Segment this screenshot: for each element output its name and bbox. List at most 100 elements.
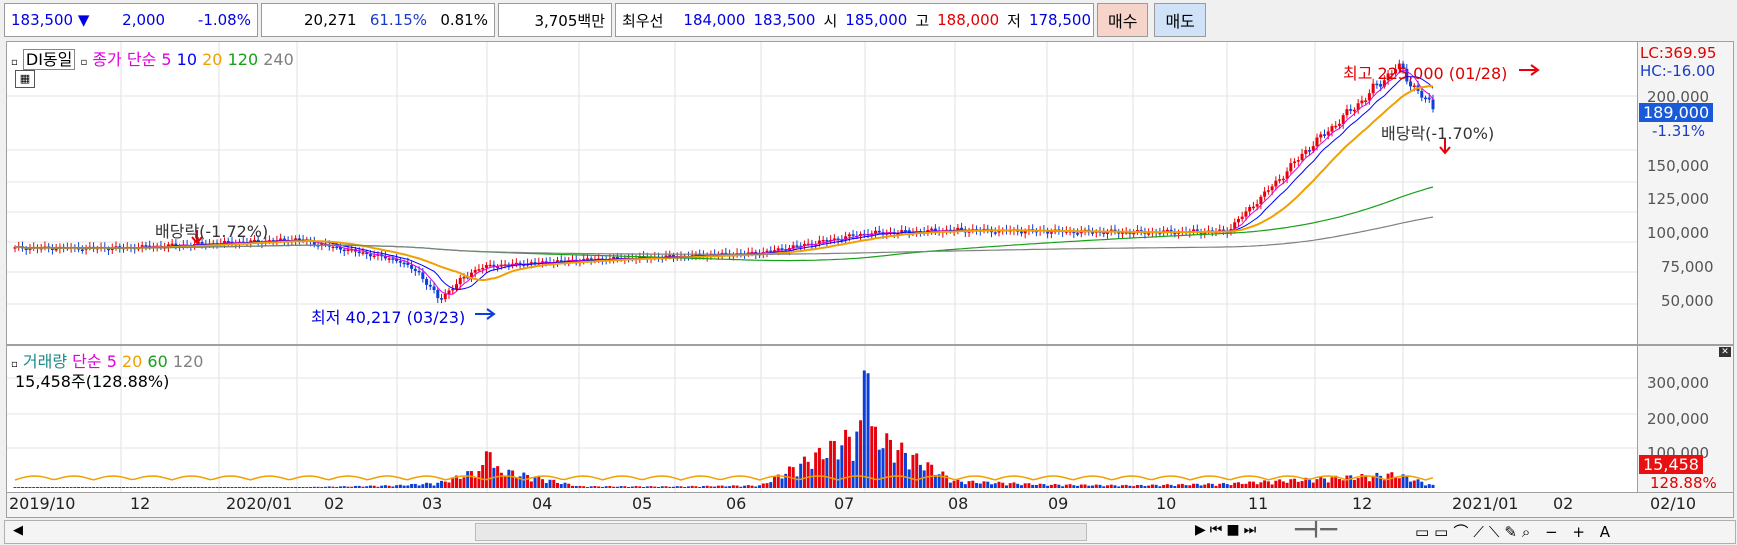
volume-bar — [1293, 478, 1297, 488]
volume-bar — [174, 487, 178, 488]
volume-bar — [821, 459, 825, 488]
price-chart-panel[interactable]: ▫ DI동일 ▫ 종가 단순 5 10 20 120 240 ▦ 최고 225,… — [6, 41, 1638, 345]
candle-body — [1308, 150, 1312, 152]
volume-bar — [645, 486, 649, 488]
high-price: 188,000 — [937, 11, 1000, 29]
candle-body — [1326, 131, 1330, 136]
y-tick: 150,000 — [1647, 157, 1710, 175]
volume-bar — [1341, 480, 1345, 488]
candle-body — [930, 228, 934, 231]
zoom-slider-icon[interactable]: ━━┫━━ — [1295, 522, 1337, 538]
candle-body — [765, 250, 769, 253]
ratio-1: 61.15% — [369, 11, 428, 29]
volume-bar — [690, 485, 694, 488]
volume-bar — [1345, 475, 1349, 488]
candle-body — [1352, 109, 1356, 112]
current-volume-tag: 15,458 — [1639, 455, 1703, 474]
volume-bar — [133, 487, 137, 488]
volume-bar — [503, 476, 507, 488]
volume-bar — [694, 486, 698, 488]
candle-body — [1236, 218, 1240, 223]
di-button[interactable]: DI동일 — [22, 49, 76, 70]
volume-bar — [971, 480, 975, 488]
candle-body — [1330, 126, 1334, 132]
volume-bar — [1049, 484, 1053, 488]
volume-bar — [440, 480, 444, 488]
volume-bar — [406, 485, 410, 488]
volume-bar — [432, 485, 436, 488]
volume-bar — [58, 487, 62, 488]
price-change-cell: 183,500 ▼ 2,000 -1.08% — [4, 3, 258, 37]
x-tick: 2019/10 — [9, 494, 76, 513]
volume-bar — [514, 477, 518, 488]
volume-bar — [47, 487, 51, 488]
volume-bar — [35, 487, 39, 488]
volume-bar — [380, 485, 384, 488]
volume-bar — [1319, 476, 1323, 488]
volume-bar — [855, 431, 859, 488]
candle-body — [436, 290, 440, 299]
amount-cell: 3,705백만 — [498, 3, 612, 37]
grid-table-icon[interactable]: ▦ — [15, 70, 35, 88]
volume-bar — [1008, 483, 1012, 488]
candle-body — [1263, 191, 1267, 197]
volume-bar — [668, 486, 672, 488]
volume-chart-panel[interactable]: ▫ 거래량 단순 5 20 60 120 15,458주(128.88%) — [6, 345, 1638, 493]
volume-bar — [1349, 475, 1353, 488]
candle-body — [357, 251, 361, 254]
volume-bar — [73, 487, 77, 488]
low-price: 178,500 — [1028, 11, 1091, 29]
annotation-dividend-2: 배당락(-1.70%) — [1381, 124, 1495, 143]
volume-bar — [915, 453, 919, 488]
chart-scrollbar[interactable]: ◀ ▶⏮■⏭ ━━┫━━ ▭▭⌒⟋⟍✎⌕ − + A — [4, 520, 1736, 544]
volume-bar — [795, 476, 799, 488]
volume-bar — [754, 486, 758, 488]
candle-body — [342, 249, 346, 252]
volume-bar — [698, 486, 702, 488]
chart-tools-icon[interactable]: ▭▭⌒⟋⟍✎⌕ − + A — [1415, 521, 1615, 542]
candle-body — [1270, 186, 1274, 191]
volume-bar — [836, 459, 840, 488]
volume-bar — [1221, 482, 1225, 488]
volume-bar — [967, 481, 971, 488]
volume-bar — [1184, 485, 1188, 488]
candle-body — [1304, 150, 1308, 154]
volume-bar — [1057, 484, 1061, 488]
sell-button[interactable]: 매도 — [1154, 3, 1206, 37]
close-icon[interactable]: ✕ — [1719, 347, 1731, 357]
volume-bar — [978, 483, 982, 488]
y-tick: 125,000 — [1647, 190, 1710, 208]
candle-body — [454, 284, 458, 290]
volume-bar — [1199, 485, 1203, 488]
volume-bar — [1147, 485, 1151, 488]
scroll-left-icon[interactable]: ◀ — [13, 523, 23, 538]
volume-bar — [69, 487, 73, 488]
volume-bar — [1386, 473, 1390, 488]
volume-bar — [1375, 472, 1379, 488]
candle-body — [1371, 83, 1375, 94]
volume-bar — [1087, 485, 1091, 488]
volume-bar — [185, 487, 189, 488]
volume-bar — [1128, 485, 1132, 488]
x-tick: 10 — [1156, 494, 1177, 513]
volume-bar — [1139, 484, 1143, 488]
volume-bar — [1225, 484, 1229, 488]
current-price-tag: 189,000 — [1639, 103, 1714, 122]
playback-controls-icon[interactable]: ▶⏮■⏭ — [1195, 522, 1260, 538]
candle-body — [851, 234, 855, 236]
candle-body — [1349, 109, 1353, 111]
volume-bar — [1188, 485, 1192, 488]
volume-bar — [65, 487, 69, 488]
volume-bar — [1027, 483, 1031, 488]
buy-button[interactable]: 매수 — [1097, 3, 1149, 37]
volume-bar — [417, 485, 421, 488]
volume-bar — [686, 486, 690, 488]
volume-bar — [499, 472, 503, 488]
y-tick: 50,000 — [1661, 292, 1714, 310]
volume-bar — [604, 486, 608, 488]
volume-bar — [458, 478, 462, 488]
volume-bar — [282, 487, 286, 488]
scroll-thumb[interactable] — [475, 523, 1087, 541]
volume-bar — [43, 487, 47, 488]
volume-bar — [1364, 475, 1368, 488]
